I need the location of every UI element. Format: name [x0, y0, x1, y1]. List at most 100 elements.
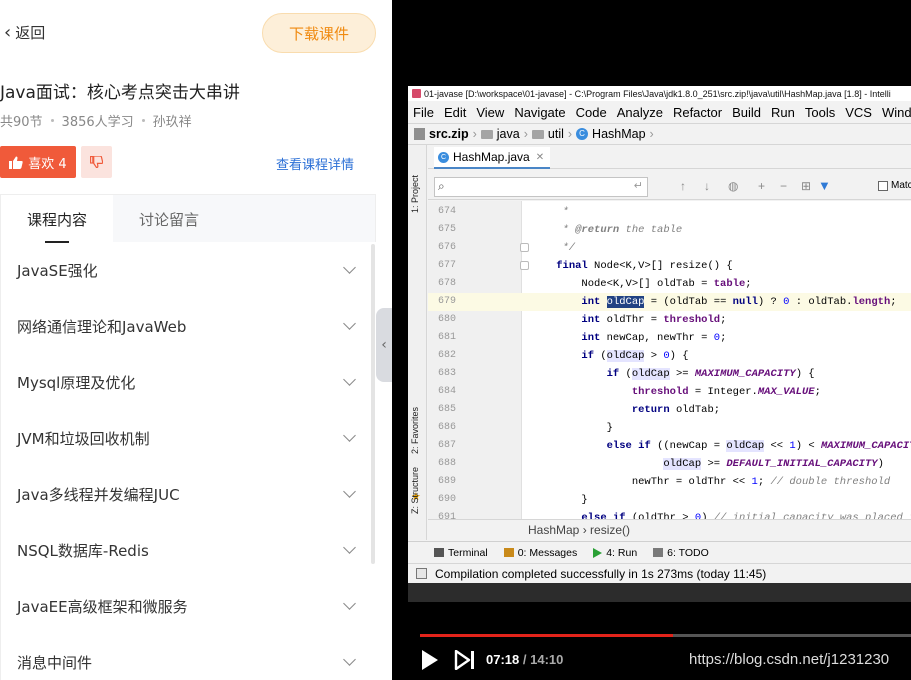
ide-find-bar: ⌕ ↵ ↑ ↓ ◍ + − ⊞ ▼ Match C	[428, 174, 911, 200]
back-button[interactable]: ‹ 返回	[4, 22, 45, 43]
run-tool: 4: Run	[593, 547, 637, 559]
line-number: 690	[438, 494, 457, 505]
line-number: 681	[438, 332, 457, 343]
menu-analyze: Analyze	[616, 104, 663, 120]
learner-count: 3856人学习	[61, 115, 134, 130]
line-number: 688	[438, 458, 457, 469]
line-number: 682	[438, 350, 457, 361]
menu-tools: Tools	[804, 104, 836, 120]
playback-time: 07:18 / 14:10	[486, 652, 564, 667]
chapter-item[interactable]: Mysql原理及优化	[1, 354, 376, 410]
filter-icon: ▼	[818, 178, 831, 193]
progress-bar[interactable]	[420, 634, 911, 637]
course-detail-link[interactable]: 查看课程详情	[276, 154, 354, 173]
chapter-item[interactable]: JavaSE强化	[1, 242, 376, 298]
code-line: 685 return oldTab;	[428, 401, 911, 419]
code-text: int oldThr = threshold;	[581, 314, 727, 326]
line-number: 684	[438, 386, 457, 397]
code-text: *	[531, 206, 569, 218]
separator-dot	[50, 119, 54, 122]
ide-statusbar: Compilation completed successfully in 1s…	[408, 563, 911, 583]
tab-discussion[interactable]: 讨论留言	[113, 195, 225, 243]
chapter-label: Mysql原理及优化	[17, 373, 136, 392]
like-button[interactable]: 喜欢 4	[0, 146, 76, 178]
file-tab-hashmap: C HashMap.java ✕	[434, 147, 551, 169]
play-button[interactable]	[422, 650, 438, 670]
lesson-count: 共90节	[0, 115, 43, 130]
checkbox-icon	[878, 180, 888, 191]
chapter-item[interactable]: 网络通信理论和JavaWeb	[1, 298, 376, 354]
chapter-label: Java多线程并发编程JUC	[17, 485, 180, 504]
chapter-list: JavaSE强化 网络通信理论和JavaWeb Mysql原理及优化 JVM和垃…	[0, 242, 376, 680]
code-line: 686 }	[428, 419, 911, 437]
code-text: }	[531, 422, 613, 434]
chevron-left-icon: ‹	[381, 337, 387, 353]
menu-edit: Edit	[443, 104, 467, 120]
nav-separator: ›	[567, 127, 573, 141]
tab-course-content[interactable]: 课程内容	[1, 195, 113, 243]
code-line: 677 final Node<K,V>[] resize() {	[428, 257, 911, 275]
chevron-left-icon: ‹	[4, 21, 12, 43]
code-editor: 674 * 675 * @return the table 676 */677 fi…	[428, 201, 911, 519]
watermark-url: https://blog.csdn.net/j1231230	[689, 651, 890, 668]
dislike-button[interactable]	[81, 146, 112, 178]
chapter-item[interactable]: JVM和垃圾回收机制	[1, 410, 376, 466]
chevron-down-icon	[343, 597, 356, 610]
zip-icon	[414, 128, 425, 140]
code-line: 687 else if ((newCap = oldCap << 1) < MA…	[428, 437, 911, 455]
code-line: 689 newThr = oldThr << 1; // double thre…	[428, 473, 911, 491]
chapter-label: 消息中间件	[17, 653, 93, 672]
code-line: 681 int newCap, newThr = 0;	[428, 329, 911, 347]
chapter-item[interactable]: JavaEE高级框架和微服务	[1, 578, 376, 634]
code-line: 679 int oldCap = (oldTab == null) ? 0 : …	[428, 293, 911, 311]
separator-dot	[141, 119, 145, 122]
fold-marker-icon	[520, 261, 529, 270]
line-number: 687	[438, 440, 457, 451]
menu-navigate: Navigate	[514, 104, 566, 120]
line-number: 689	[438, 476, 457, 487]
download-courseware-button[interactable]: 下载课件	[262, 13, 376, 53]
file-tab-label: HashMap.java	[453, 150, 530, 164]
menu-build: Build	[732, 104, 762, 120]
line-number: 675	[438, 224, 457, 235]
chapter-scrollbar[interactable]	[371, 244, 375, 564]
ide-file-tabs: C HashMap.java ✕	[428, 145, 911, 169]
terminal-label: Terminal	[448, 546, 488, 559]
nav-java: java	[496, 127, 520, 141]
messages-icon	[503, 548, 514, 557]
next-button[interactable]	[454, 650, 476, 670]
line-number: 685	[438, 404, 457, 415]
chevron-down-icon	[343, 317, 356, 330]
code-line: 676 */	[428, 239, 911, 257]
chapter-item[interactable]: Java多线程并发编程JUC	[1, 466, 376, 522]
video-player[interactable]: 01-javase [D:\workspace\01-javase] - C:\…	[392, 0, 911, 680]
chapter-item[interactable]: 消息中间件	[1, 634, 376, 680]
code-breadcrumb: HashMap › resize()	[428, 519, 911, 540]
code-text: }	[531, 494, 588, 506]
line-number: 676	[438, 242, 457, 253]
chapter-label: JavaEE高级框架和微服务	[17, 597, 188, 616]
content-tabs: 课程内容 讨论留言	[0, 194, 376, 243]
code-text: int oldCap = (oldTab == null) ? 0 : oldT…	[581, 296, 897, 308]
chevron-down-icon	[343, 485, 356, 498]
class-icon: C	[438, 151, 449, 163]
messages-tool: 0: Messages	[503, 546, 578, 559]
chapter-item[interactable]: NSQL数据库-Redis	[1, 522, 376, 578]
terminal-tool: Terminal	[434, 547, 488, 559]
find-input: ⌕ ↵	[434, 177, 648, 197]
menu-file: File	[413, 104, 434, 120]
line-number: 686	[438, 422, 457, 433]
messages-label: 0: Messages	[517, 546, 578, 559]
chapter-label: JavaSE强化	[17, 261, 98, 280]
code-line: 680 int oldThr = threshold;	[428, 311, 911, 329]
close-icon: ✕	[535, 151, 545, 163]
chevron-down-icon	[343, 653, 356, 666]
menu-code: Code	[575, 104, 607, 120]
chevron-down-icon	[343, 541, 356, 554]
todo-tool: 6: TODO	[653, 547, 709, 559]
code-line: 683 if (oldCap >= MAXIMUM_CAPACITY) {	[428, 365, 911, 383]
line-number: 680	[438, 314, 457, 325]
folder-icon	[480, 129, 493, 139]
collapse-panel-button[interactable]: ‹	[376, 308, 392, 382]
status-text: Compilation completed successfully in 1s…	[435, 566, 767, 581]
